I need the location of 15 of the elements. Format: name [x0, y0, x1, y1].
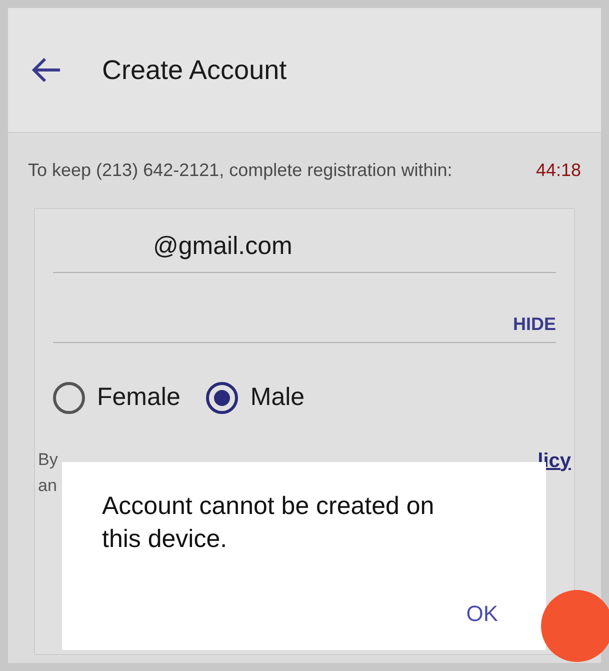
gender-label: Female	[97, 382, 180, 413]
email-field[interactable]: @gmail.com	[53, 221, 556, 273]
radio-button[interactable]	[53, 382, 85, 414]
hide-password-button[interactable]: HIDE	[512, 311, 556, 338]
terms-text: By	[38, 448, 58, 470]
gender-label: Male	[250, 382, 305, 413]
countdown-timer: 44:18	[536, 159, 581, 182]
dialog-message: Account cannot be created on this device.	[102, 491, 436, 555]
ok-button[interactable]: OK	[460, 597, 504, 630]
back-arrow-icon[interactable]	[32, 57, 62, 83]
password-field[interactable]: HIDE	[53, 273, 556, 343]
screen-title: Create Account	[102, 54, 287, 87]
terms-text: an	[38, 474, 58, 496]
registration-notice: To keep (213) 642-2121, complete registration within:	[28, 159, 452, 182]
radio-button[interactable]	[206, 382, 238, 414]
